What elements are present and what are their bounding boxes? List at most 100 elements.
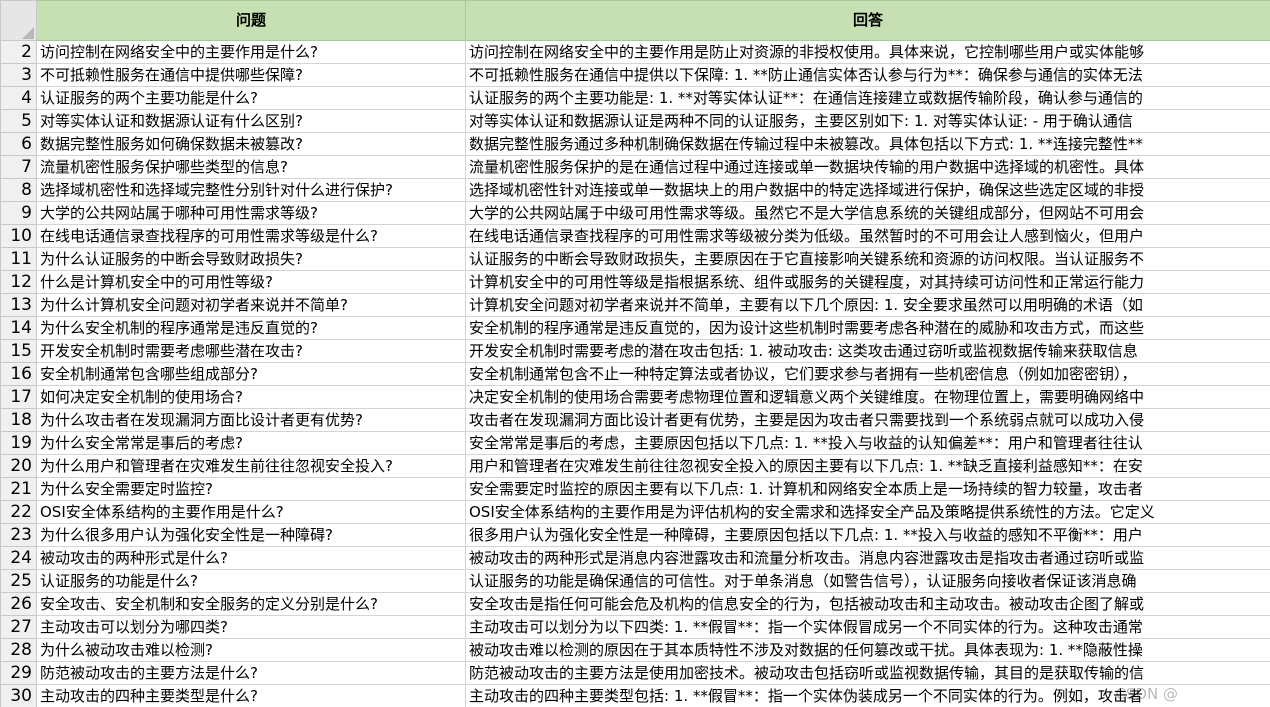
question-text: 安全机制通常包含哪些组成部分? — [40, 365, 258, 383]
answer-cell[interactable]: 对等实体认证和数据源认证是两种不同的认证服务，主要区别如下: 1. 对等实体认证… — [465, 109, 1270, 133]
answer-cell[interactable]: 开发安全机制时需要考虑的潜在攻击包括: 1. 被动攻击: 这类攻击通过窃听或监视… — [465, 339, 1270, 363]
answer-cell[interactable]: 访问控制在网络安全中的主要作用是防止对资源的非授权使用。具体来说，它控制哪些用户… — [465, 40, 1270, 64]
question-cell[interactable]: 安全攻击、安全机制和安全服务的定义分别是什么? — [36, 592, 466, 616]
row-number[interactable]: 26 — [0, 592, 37, 616]
row-number[interactable]: 6 — [0, 132, 37, 156]
answer-cell[interactable]: 计算机安全中的可用性等级是指根据系统、组件或服务的关键程度，对其持续可访问性和正… — [465, 270, 1270, 294]
question-cell[interactable]: 为什么计算机安全问题对初学者来说并不简单? — [36, 293, 466, 317]
row-number[interactable]: 2 — [0, 40, 37, 64]
answer-cell[interactable]: OSI安全体系结构的主要作用是为评估机构的安全需求和选择安全产品及策略提供系统性… — [465, 500, 1270, 524]
question-cell[interactable]: 什么是计算机安全中的可用性等级? — [36, 270, 466, 294]
table-row: 6 数据完整性服务如何确保数据未被篡改? 数据完整性服务通过多种机制确保数据在传输过… — [0, 132, 1270, 156]
row-number[interactable]: 24 — [0, 546, 37, 570]
answer-cell[interactable]: 认证服务的功能是确保通信的可信性。对于单条消息（如警告信号），认证服务向接收者保… — [465, 569, 1270, 593]
question-cell[interactable]: 为什么认证服务的中断会导致财政损失? — [36, 247, 466, 271]
answer-cell[interactable]: 安全攻击是指任何可能会危及机构的信息安全的行为，包括被动攻击和主动攻击。被动攻击… — [465, 592, 1270, 616]
question-cell[interactable]: OSI安全体系结构的主要作用是什么? — [36, 500, 466, 524]
answer-cell[interactable]: 很多用户认为强化安全性是一种障碍，主要原因包括以下几点: 1. **投入与收益的… — [465, 523, 1270, 547]
select-all-corner[interactable] — [0, 0, 37, 41]
row-number[interactable]: 25 — [0, 569, 37, 593]
row-number[interactable]: 10 — [0, 224, 37, 248]
column-header-question[interactable]: 问题 — [36, 0, 466, 41]
question-cell[interactable]: 对等实体认证和数据源认证有什么区别? — [36, 109, 466, 133]
answer-cell[interactable]: 选择域机密性针对连接或单一数据块上的用户数据中的特定选择域进行保护，确保这些选定… — [465, 178, 1270, 202]
answer-cell[interactable]: 主动攻击可以划分为以下四类: 1. **假冒**：指一个实体假冒成另一个不同实体… — [465, 615, 1270, 639]
table-row: 25 认证服务的功能是什么? 认证服务的功能是确保通信的可信性。对于单条消息（如警告… — [0, 569, 1270, 593]
question-cell[interactable]: 大学的公共网站属于哪种可用性需求等级? — [36, 201, 466, 225]
answer-cell[interactable]: 用户和管理者在灾难发生前往往忽视安全投入的原因主要有以下几点: 1. **缺乏直… — [465, 454, 1270, 478]
table-row: 10 在线电话通信录查找程序的可用性需求等级是什么? 在线电话通信录查找程序的可用性… — [0, 224, 1270, 248]
row-number[interactable]: 15 — [0, 339, 37, 363]
question-cell[interactable]: 开发安全机制时需要考虑哪些潜在攻击? — [36, 339, 466, 363]
table-row: 24 被动攻击的两种形式是什么? 被动攻击的两种形式是消息内容泄露攻击和流量分析攻击… — [0, 546, 1270, 570]
question-cell[interactable]: 为什么安全机制的程序通常是违反直觉的? — [36, 316, 466, 340]
row-number[interactable]: 29 — [0, 661, 37, 685]
question-cell[interactable]: 为什么被动攻击难以检测? — [36, 638, 466, 662]
question-cell[interactable]: 为什么攻击者在发现漏洞方面比设计者更有优势? — [36, 408, 466, 432]
question-cell[interactable]: 主动攻击的四种主要类型是什么? — [36, 684, 466, 707]
answer-cell[interactable]: 在线电话通信录查找程序的可用性需求等级被分类为低级。虽然暂时的不可用会让人感到恼… — [465, 224, 1270, 248]
row-number[interactable]: 20 — [0, 454, 37, 478]
answer-cell[interactable]: 不可抵赖性服务在通信中提供以下保障: 1. **防止通信实体否认参与行为**：确… — [465, 63, 1270, 87]
answer-cell[interactable]: 认证服务的两个主要功能是: 1. **对等实体认证**：在通信连接建立或数据传输… — [465, 86, 1270, 110]
row-number[interactable]: 5 — [0, 109, 37, 133]
question-cell[interactable]: 访问控制在网络安全中的主要作用是什么? — [36, 40, 466, 64]
question-text: 安全攻击、安全机制和安全服务的定义分别是什么? — [40, 595, 378, 613]
answer-cell[interactable]: 流量机密性服务保护的是在通信过程中通过连接或单一数据块传输的用户数据中选择域的机… — [465, 155, 1270, 179]
question-cell[interactable]: 为什么安全常常是事后的考虑? — [36, 431, 466, 455]
question-cell[interactable]: 防范被动攻击的主要方法是什么? — [36, 661, 466, 685]
answer-cell[interactable]: 计算机安全问题对初学者来说并不简单，主要有以下几个原因: 1. 安全要求虽然可以… — [465, 293, 1270, 317]
row-number[interactable]: 16 — [0, 362, 37, 386]
answer-cell[interactable]: 认证服务的中断会导致财政损失，主要原因在于它直接影响关键系统和资源的访问权限。当… — [465, 247, 1270, 271]
question-cell[interactable]: 主动攻击可以划分为哪四类? — [36, 615, 466, 639]
answer-cell[interactable]: 攻击者在发现漏洞方面比设计者更有优势，主要是因为攻击者只需要找到一个系统弱点就可… — [465, 408, 1270, 432]
answer-cell[interactable]: 数据完整性服务通过多种机制确保数据在传输过程中未被篡改。具体包括以下方式: 1.… — [465, 132, 1270, 156]
row-number[interactable]: 9 — [0, 201, 37, 225]
row-number[interactable]: 27 — [0, 615, 37, 639]
question-cell[interactable]: 被动攻击的两种形式是什么? — [36, 546, 466, 570]
question-text: 流量机密性服务保护哪些类型的信息? — [40, 158, 288, 176]
row-number[interactable]: 4 — [0, 86, 37, 110]
question-cell[interactable]: 为什么很多用户认为强化安全性是一种障碍? — [36, 523, 466, 547]
row-number[interactable]: 8 — [0, 178, 37, 202]
answer-cell[interactable]: 被动攻击难以检测的原因在于其本质特性不涉及对数据的任何篡改或干扰。具体表现为: … — [465, 638, 1270, 662]
row-number[interactable]: 13 — [0, 293, 37, 317]
answer-cell[interactable]: 安全机制通常包含不止一种特定算法或者协议，它们要求参与者拥有一些机密信息（例如加… — [465, 362, 1270, 386]
row-number[interactable]: 21 — [0, 477, 37, 501]
question-cell[interactable]: 数据完整性服务如何确保数据未被篡改? — [36, 132, 466, 156]
answer-cell[interactable]: 防范被动攻击的主要方法是使用加密技术。被动攻击包括窃听或监视数据传输，其目的是获… — [465, 661, 1270, 685]
question-cell[interactable]: 流量机密性服务保护哪些类型的信息? — [36, 155, 466, 179]
row-number[interactable]: 28 — [0, 638, 37, 662]
row-number[interactable]: 11 — [0, 247, 37, 271]
question-text: 主动攻击可以划分为哪四类? — [40, 618, 228, 636]
question-text: 为什么认证服务的中断会导致财政损失? — [40, 250, 303, 268]
answer-cell[interactable]: 被动攻击的两种形式是消息内容泄露攻击和流量分析攻击。消息内容泄露攻击是指攻击者通… — [465, 546, 1270, 570]
question-cell[interactable]: 为什么安全需要定时监控? — [36, 477, 466, 501]
answer-cell[interactable]: 大学的公共网站属于中级可用性需求等级。虽然它不是大学信息系统的关键组成部分，但网… — [465, 201, 1270, 225]
question-cell[interactable]: 选择域机密性和选择域完整性分别针对什么进行保护? — [36, 178, 466, 202]
row-number[interactable]: 3 — [0, 63, 37, 87]
question-cell[interactable]: 在线电话通信录查找程序的可用性需求等级是什么? — [36, 224, 466, 248]
row-number[interactable]: 14 — [0, 316, 37, 340]
question-cell[interactable]: 安全机制通常包含哪些组成部分? — [36, 362, 466, 386]
row-number[interactable]: 22 — [0, 500, 37, 524]
question-text: 为什么被动攻击难以检测? — [40, 641, 213, 659]
answer-cell[interactable]: 安全常常是事后的考虑，主要原因包括以下几点: 1. **投入与收益的认知偏差**… — [465, 431, 1270, 455]
row-number[interactable]: 18 — [0, 408, 37, 432]
row-number[interactable]: 12 — [0, 270, 37, 294]
row-number[interactable]: 7 — [0, 155, 37, 179]
row-number[interactable]: 23 — [0, 523, 37, 547]
answer-cell[interactable]: 决定安全机制的使用场合需要考虑物理位置和逻辑意义两个关键维度。在物理位置上，需要… — [465, 385, 1270, 409]
question-cell[interactable]: 如何决定安全机制的使用场合? — [36, 385, 466, 409]
row-number[interactable]: 19 — [0, 431, 37, 455]
row-number[interactable]: 30 — [0, 684, 37, 707]
answer-cell[interactable]: 安全机制的程序通常是违反直觉的，因为设计这些机制时需要考虑各种潜在的威胁和攻击方… — [465, 316, 1270, 340]
question-cell[interactable]: 认证服务的功能是什么? — [36, 569, 466, 593]
question-text: 为什么安全需要定时监控? — [40, 480, 213, 498]
column-header-answer[interactable]: 回答 — [465, 0, 1270, 41]
answer-cell[interactable]: 安全需要定时监控的原因主要有以下几点: 1. 计算机和网络安全本质上是一场持续的… — [465, 477, 1270, 501]
row-number[interactable]: 17 — [0, 385, 37, 409]
question-cell[interactable]: 为什么用户和管理者在灾难发生前往往忽视安全投入? — [36, 454, 466, 478]
question-cell[interactable]: 不可抵赖性服务在通信中提供哪些保障? — [36, 63, 466, 87]
question-cell[interactable]: 认证服务的两个主要功能是什么? — [36, 86, 466, 110]
